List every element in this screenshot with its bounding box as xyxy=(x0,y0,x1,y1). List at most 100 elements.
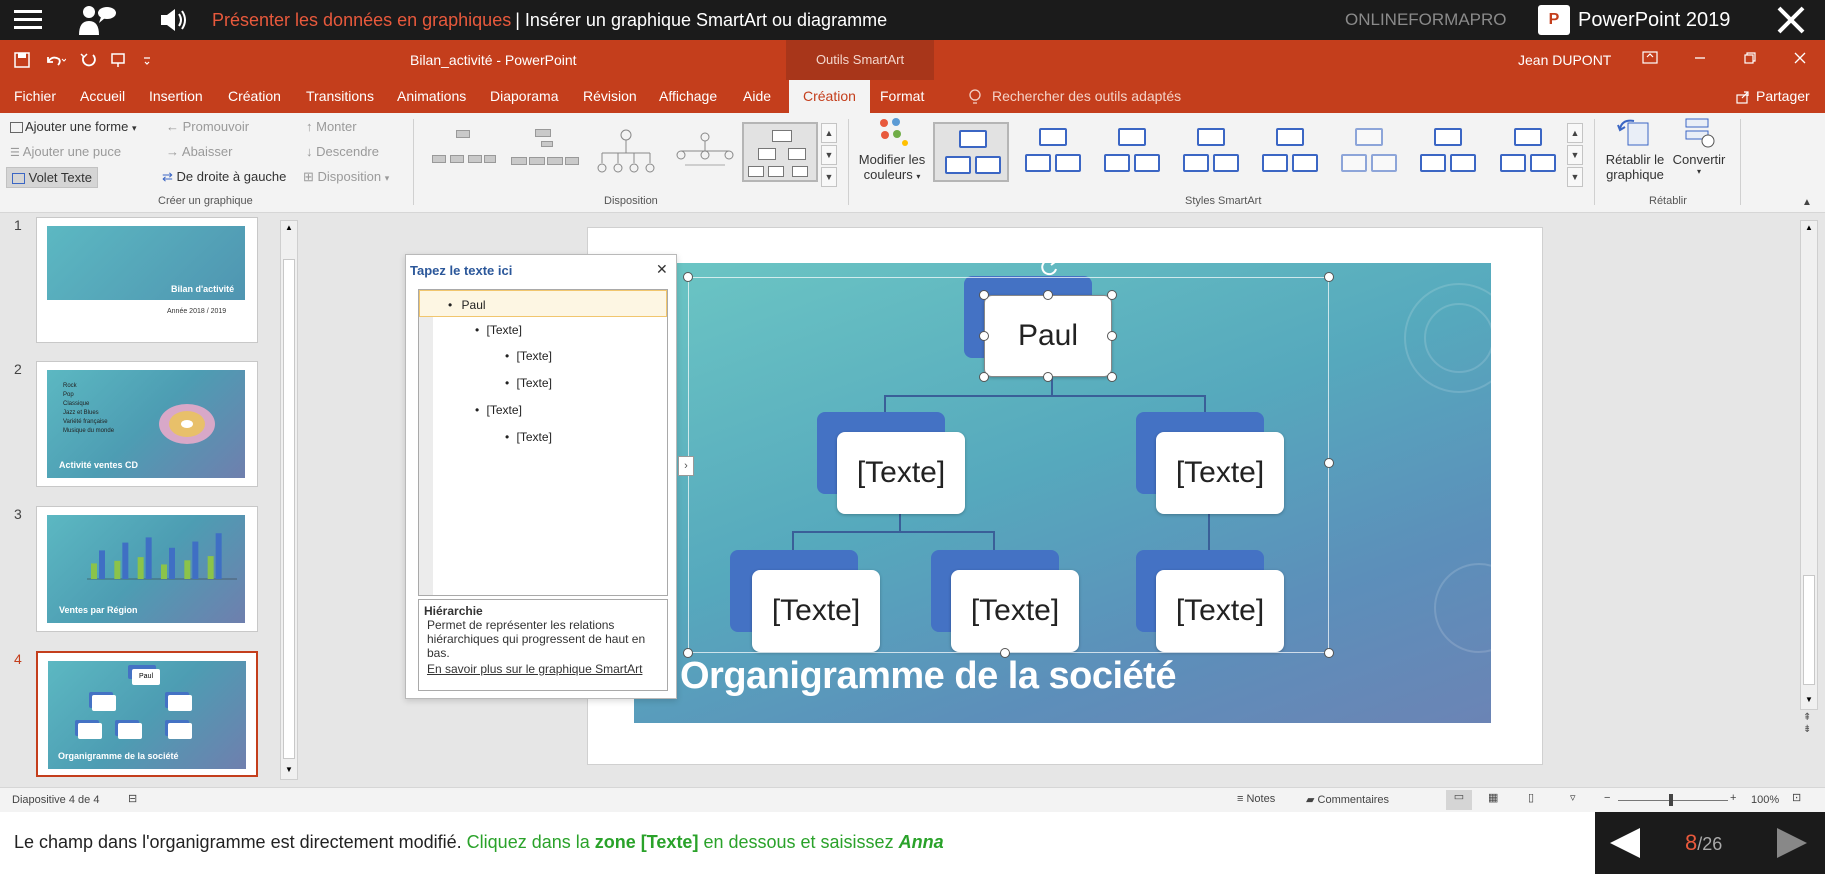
text-pane-button[interactable]: Volet Texte xyxy=(6,167,98,188)
resize-handle[interactable] xyxy=(979,372,989,382)
customize-qat-icon[interactable] xyxy=(142,52,152,68)
scroll-down-arrow-icon[interactable]: ▼ xyxy=(1803,695,1815,707)
resize-handle[interactable] xyxy=(1107,290,1117,300)
smartart-style-5[interactable] xyxy=(1252,122,1328,182)
scrollbar-thumb[interactable] xyxy=(1803,575,1815,685)
tab-accueil[interactable]: Accueil xyxy=(78,80,127,113)
resize-handle[interactable] xyxy=(1107,372,1117,382)
slideshow-icon[interactable]: ▿ xyxy=(1570,791,1576,804)
slide-sorter-icon[interactable]: ▦ xyxy=(1488,791,1498,804)
resize-handle[interactable] xyxy=(1324,648,1334,658)
smartart-selection-frame[interactable] xyxy=(688,277,1329,653)
editor-scrollbar[interactable]: ▲ ▼ xyxy=(1800,220,1818,710)
restore-icon[interactable] xyxy=(1725,51,1775,70)
outline-item-level-3[interactable]: • [Texte] xyxy=(505,430,552,444)
instructor-icon[interactable] xyxy=(76,2,118,38)
tab-creation[interactable]: Création xyxy=(226,80,283,113)
outline-item-level-3[interactable]: • [Texte] xyxy=(505,376,552,390)
smartart-style-3[interactable] xyxy=(1094,122,1170,182)
zoom-in-icon[interactable]: + xyxy=(1730,792,1736,804)
prev-next-slide-arrows[interactable]: ⇞ ⇟ xyxy=(1803,712,1811,736)
reset-graphic-button[interactable]: Rétablir le graphique xyxy=(1602,115,1668,182)
save-icon[interactable] xyxy=(14,52,30,68)
promote-button[interactable]: ← Promouvoir xyxy=(166,119,249,134)
tab-smartart-format[interactable]: Format xyxy=(878,80,926,113)
resize-handle[interactable] xyxy=(1324,458,1334,468)
zoom-out-icon[interactable]: − xyxy=(1604,792,1610,804)
layout-dropdown[interactable]: ⊞ Disposition ▾ xyxy=(303,169,389,185)
tab-transitions[interactable]: Transitions xyxy=(304,80,376,113)
resize-handle[interactable] xyxy=(979,331,989,341)
demote-button[interactable]: → Abaisser xyxy=(166,144,232,159)
outline-item-level-3[interactable]: • [Texte] xyxy=(505,349,552,363)
minimize-icon[interactable] xyxy=(1675,51,1725,70)
resize-handle[interactable] xyxy=(979,290,989,300)
tab-animations[interactable]: Animations xyxy=(395,80,468,113)
user-name[interactable]: Jean DUPONT xyxy=(1518,40,1611,80)
smartart-style-7[interactable] xyxy=(1410,122,1486,182)
smartart-style-6[interactable] xyxy=(1331,122,1407,182)
accessibility-icon[interactable]: ⊟ xyxy=(128,792,137,805)
previous-slide-icon[interactable]: ⇞ xyxy=(1803,712,1811,724)
resize-handle[interactable] xyxy=(1107,331,1117,341)
fit-to-window-icon[interactable]: ⊡ xyxy=(1792,791,1801,804)
outline-item-level-2[interactable]: • [Texte] xyxy=(475,403,522,417)
smartart-style-1-selected[interactable] xyxy=(933,122,1009,182)
text-pane-toggle-icon[interactable]: › xyxy=(678,456,694,476)
tab-aide[interactable]: Aide xyxy=(741,80,773,113)
resize-handle[interactable] xyxy=(1324,272,1334,282)
resize-handle[interactable] xyxy=(1043,290,1053,300)
layout-option-4[interactable] xyxy=(664,122,740,182)
tell-me-search[interactable]: Rechercher des outils adaptés xyxy=(968,80,1181,113)
layout-scroll-up[interactable]: ▲ xyxy=(821,123,837,143)
rotate-handle-icon[interactable] xyxy=(1038,256,1060,278)
convert-button[interactable]: Convertir ▾ xyxy=(1670,115,1728,176)
slide-thumbnail-1[interactable]: Bilan d'activité Année 2018 / 2019 xyxy=(36,217,258,343)
normal-view-icon[interactable]: ▭ xyxy=(1446,790,1472,810)
hamburger-menu-icon[interactable] xyxy=(12,6,44,34)
tab-diaporama[interactable]: Diaporama xyxy=(488,80,560,113)
smartart-style-2[interactable] xyxy=(1015,122,1091,182)
tab-affichage[interactable]: Affichage xyxy=(657,80,719,113)
resize-handle[interactable] xyxy=(683,272,693,282)
scroll-up-arrow-icon[interactable]: ▲ xyxy=(283,223,295,235)
layout-option-2[interactable] xyxy=(506,122,582,182)
zoom-level[interactable]: 100% xyxy=(1751,794,1779,806)
outline-item-level-1[interactable]: • Paul xyxy=(419,290,667,317)
change-colors-button[interactable]: Modifier les couleurs ▾ xyxy=(855,115,929,182)
previous-step-icon[interactable] xyxy=(1608,826,1642,860)
smartart-style-8[interactable] xyxy=(1490,122,1566,182)
styles-gallery-expand[interactable]: ▼ xyxy=(1567,167,1583,187)
styles-scroll-up[interactable]: ▲ xyxy=(1567,123,1583,143)
zoom-slider[interactable] xyxy=(1618,800,1728,801)
ribbon-display-icon[interactable] xyxy=(1625,50,1675,70)
slide-title[interactable]: Organigramme de la société xyxy=(680,655,1176,698)
redo-icon[interactable] xyxy=(80,52,96,68)
zoom-slider-thumb[interactable] xyxy=(1669,794,1673,806)
move-down-button[interactable]: ↓ Descendre xyxy=(306,144,379,159)
layout-option-hierarchy-selected[interactable] xyxy=(742,122,818,182)
comments-button[interactable]: ▰ Commentaires xyxy=(1306,793,1389,806)
thumbnail-scrollbar[interactable]: ▲ ▼ xyxy=(280,220,298,780)
next-slide-icon[interactable]: ⇟ xyxy=(1803,724,1811,736)
scrollbar-thumb[interactable] xyxy=(283,259,295,759)
learn-more-link[interactable]: En savoir plus sur le graphique SmartArt xyxy=(424,662,662,676)
notes-button[interactable]: ≡ Notes xyxy=(1237,793,1275,805)
next-step-icon[interactable] xyxy=(1775,826,1809,860)
styles-scroll-down[interactable]: ▼ xyxy=(1567,145,1583,165)
slide-thumbnail-2[interactable]: Rock Pop Classique Jazz et Blues Variété… xyxy=(36,361,258,487)
tab-fichier[interactable]: Fichier xyxy=(12,80,58,113)
move-up-button[interactable]: ↑ Monter xyxy=(306,119,357,134)
undo-icon[interactable] xyxy=(44,52,66,68)
resize-handle[interactable] xyxy=(1043,372,1053,382)
layout-option-1[interactable] xyxy=(425,122,501,182)
layout-option-3[interactable] xyxy=(587,122,663,182)
audio-speaker-icon[interactable] xyxy=(156,4,192,36)
tab-smartart-creation[interactable]: Création xyxy=(789,80,870,113)
smartart-style-4[interactable] xyxy=(1173,122,1249,182)
add-shape-button[interactable]: Ajouter une forme ▾ xyxy=(10,119,137,134)
tab-insertion[interactable]: Insertion xyxy=(147,80,205,113)
close-tutorial-button[interactable] xyxy=(1766,0,1816,40)
share-button[interactable]: Partager xyxy=(1736,80,1810,113)
right-to-left-button[interactable]: ⇄ De droite à gauche xyxy=(162,169,286,185)
